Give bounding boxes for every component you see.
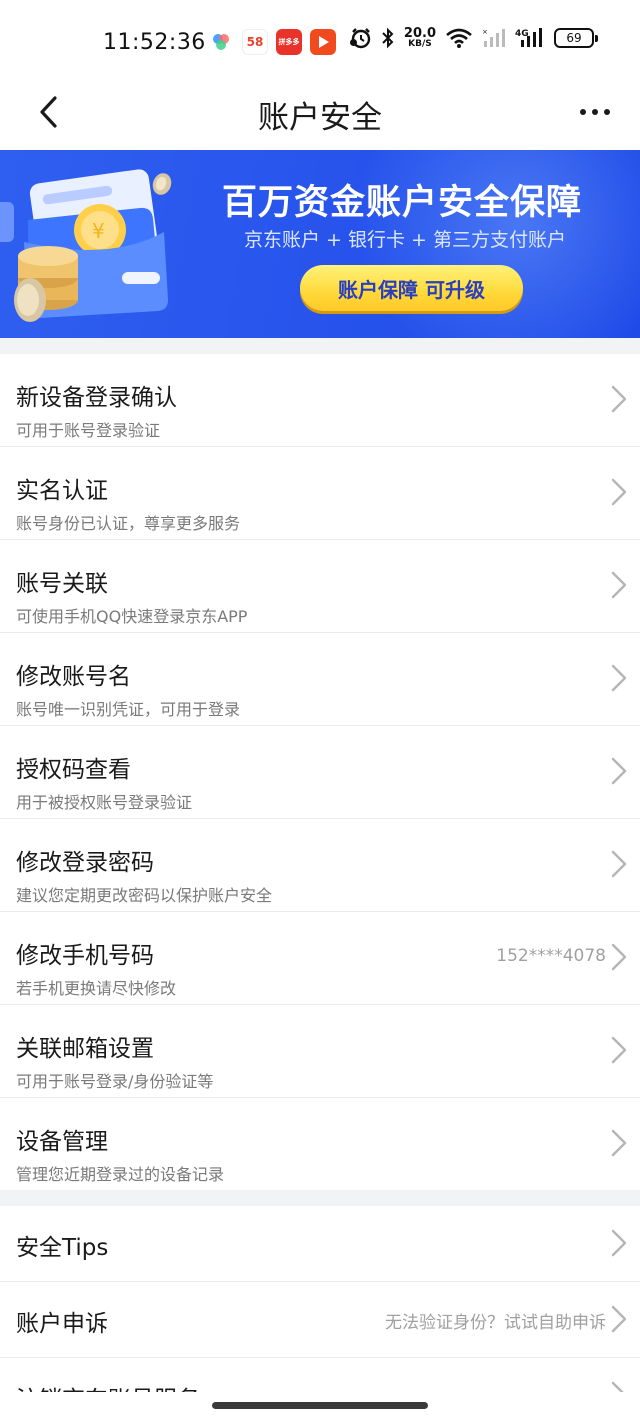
row-subtitle: 可用于账号登录/身份验证等 bbox=[16, 1072, 214, 1091]
svg-text:4G: 4G bbox=[515, 29, 529, 39]
row-subtitle: 建议您定期更改密码以保护账户安全 bbox=[16, 886, 273, 905]
setting-email-link[interactable]: 关联邮箱设置 可用于账号登录/身份验证等 bbox=[0, 1005, 640, 1098]
wallet-coins-illustration: ¥ bbox=[0, 169, 172, 322]
row-title: 新设备登录确认 bbox=[16, 385, 177, 411]
alarm-icon bbox=[351, 28, 371, 49]
chevron-right-icon bbox=[611, 478, 627, 506]
chevron-right-icon bbox=[611, 1229, 627, 1257]
row-subtitle: 用于被授权账号登录验证 bbox=[16, 793, 193, 812]
account-security-screen: 11:52:36 58 拼多多 20.0 KB/S × 4G 69 账户安全 ¥… bbox=[0, 0, 640, 1422]
upgrade-protection-button[interactable]: 账户保障 可升级 bbox=[300, 265, 523, 311]
network-speed: 20.0 KB/S bbox=[403, 26, 436, 49]
row-title: 安全Tips bbox=[16, 1235, 109, 1261]
dot-icon bbox=[592, 109, 598, 115]
chevron-right-icon bbox=[611, 1129, 627, 1157]
system-icons: 20.0 KB/S × 4G 69 bbox=[350, 26, 598, 49]
section-divider bbox=[0, 338, 640, 354]
status-time: 11:52:36 bbox=[103, 30, 206, 55]
svg-text:×: × bbox=[482, 28, 488, 36]
chevron-right-icon bbox=[611, 571, 627, 599]
home-indicator[interactable] bbox=[212, 1402, 428, 1409]
dot-icon bbox=[604, 109, 610, 115]
page-title: 账户安全 bbox=[258, 100, 382, 136]
notification-app-icons: 58 拼多多 bbox=[208, 29, 357, 55]
setting-change-account-name[interactable]: 修改账号名 账号唯一识别凭证，可用于登录 bbox=[0, 633, 640, 726]
signal-4g-icon: 4G bbox=[515, 28, 542, 47]
chevron-right-icon bbox=[611, 943, 627, 971]
row-subtitle: 若手机更换请尽快修改 bbox=[16, 979, 177, 998]
chevron-right-icon bbox=[611, 850, 627, 878]
chevron-right-icon bbox=[611, 664, 627, 692]
pinduoduo-app-icon: 拼多多 bbox=[276, 29, 302, 55]
chevron-right-icon bbox=[611, 385, 627, 413]
wifi-icon bbox=[446, 28, 472, 48]
setting-change-password[interactable]: 修改登录密码 建议您定期更改密码以保护账户安全 bbox=[0, 819, 640, 912]
58-app-icon: 58 bbox=[242, 29, 268, 55]
row-title: 实名认证 bbox=[16, 478, 108, 504]
status-bar: 11:52:36 58 拼多多 20.0 KB/S × 4G 69 bbox=[0, 0, 640, 84]
setting-account-appeal[interactable]: 账户申诉 无法验证身份？试试自助申诉 bbox=[0, 1282, 640, 1358]
section-divider bbox=[0, 1190, 640, 1206]
row-title: 修改手机号码 bbox=[16, 943, 154, 969]
setting-auth-code[interactable]: 授权码查看 用于被授权账号登录验证 bbox=[0, 726, 640, 819]
signal-sim1-icon: × bbox=[482, 28, 505, 47]
chevron-right-icon bbox=[611, 757, 627, 785]
security-settings-list: 新设备登录确认 可用于账号登录验证 实名认证 账号身份已认证，尊享更多服务 账号… bbox=[0, 354, 640, 1191]
chevron-right-icon bbox=[611, 1036, 627, 1064]
row-title: 修改账号名 bbox=[16, 664, 131, 690]
row-title: 修改登录密码 bbox=[16, 850, 154, 876]
banner-title: 百万资金账户安全保障 bbox=[222, 183, 583, 223]
setting-account-link[interactable]: 账号关联 可使用手机QQ快速登录京东APP bbox=[0, 540, 640, 633]
row-title: 授权码查看 bbox=[16, 757, 131, 783]
pinwheel-app-icon bbox=[208, 29, 234, 55]
appeal-hint: 无法验证身份？试试自助申诉 bbox=[385, 1313, 606, 1333]
row-subtitle: 可使用手机QQ快速登录京东APP bbox=[16, 607, 248, 626]
bluetooth-icon bbox=[382, 27, 394, 49]
more-options-button[interactable] bbox=[572, 90, 618, 134]
setting-new-device-confirm[interactable]: 新设备登录确认 可用于账号登录验证 bbox=[0, 354, 640, 447]
row-subtitle: 账号身份已认证，尊享更多服务 bbox=[16, 514, 241, 533]
security-guarantee-banner[interactable]: ¥ 百万资金账户安全保障 京东账户 + 银行卡 + 第三方支付账户 账户保障 可… bbox=[0, 150, 640, 338]
row-title: 账户申诉 bbox=[16, 1311, 108, 1337]
setting-device-management[interactable]: 设备管理 管理您近期登录过的设备记录 bbox=[0, 1098, 640, 1191]
row-title: 关联邮箱设置 bbox=[16, 1036, 154, 1062]
more-security-list: 安全Tips 账户申诉 无法验证身份？试试自助申诉 注销京东账号服务 bbox=[0, 1206, 640, 1422]
battery-indicator: 69 bbox=[554, 28, 598, 48]
row-title: 账号关联 bbox=[16, 571, 108, 597]
row-title: 设备管理 bbox=[16, 1129, 108, 1155]
svg-text:¥: ¥ bbox=[92, 219, 105, 243]
setting-security-tips[interactable]: 安全Tips bbox=[0, 1206, 640, 1282]
banner-subtitle: 京东账户 + 银行卡 + 第三方支付账户 bbox=[244, 229, 566, 251]
dot-icon bbox=[580, 109, 586, 115]
nav-header: 账户安全 bbox=[0, 84, 640, 150]
row-subtitle: 可用于账号登录验证 bbox=[16, 421, 161, 440]
chevron-right-icon bbox=[611, 1305, 627, 1333]
masked-phone-number: 152****4078 bbox=[496, 946, 606, 966]
setting-change-phone[interactable]: 修改手机号码 若手机更换请尽快修改 152****4078 bbox=[0, 912, 640, 1005]
setting-real-name-auth[interactable]: 实名认证 账号身份已认证，尊享更多服务 bbox=[0, 447, 640, 540]
row-subtitle: 账号唯一识别凭证，可用于登录 bbox=[16, 700, 241, 719]
video-app-icon bbox=[310, 29, 336, 55]
row-subtitle: 管理您近期登录过的设备记录 bbox=[16, 1165, 225, 1184]
